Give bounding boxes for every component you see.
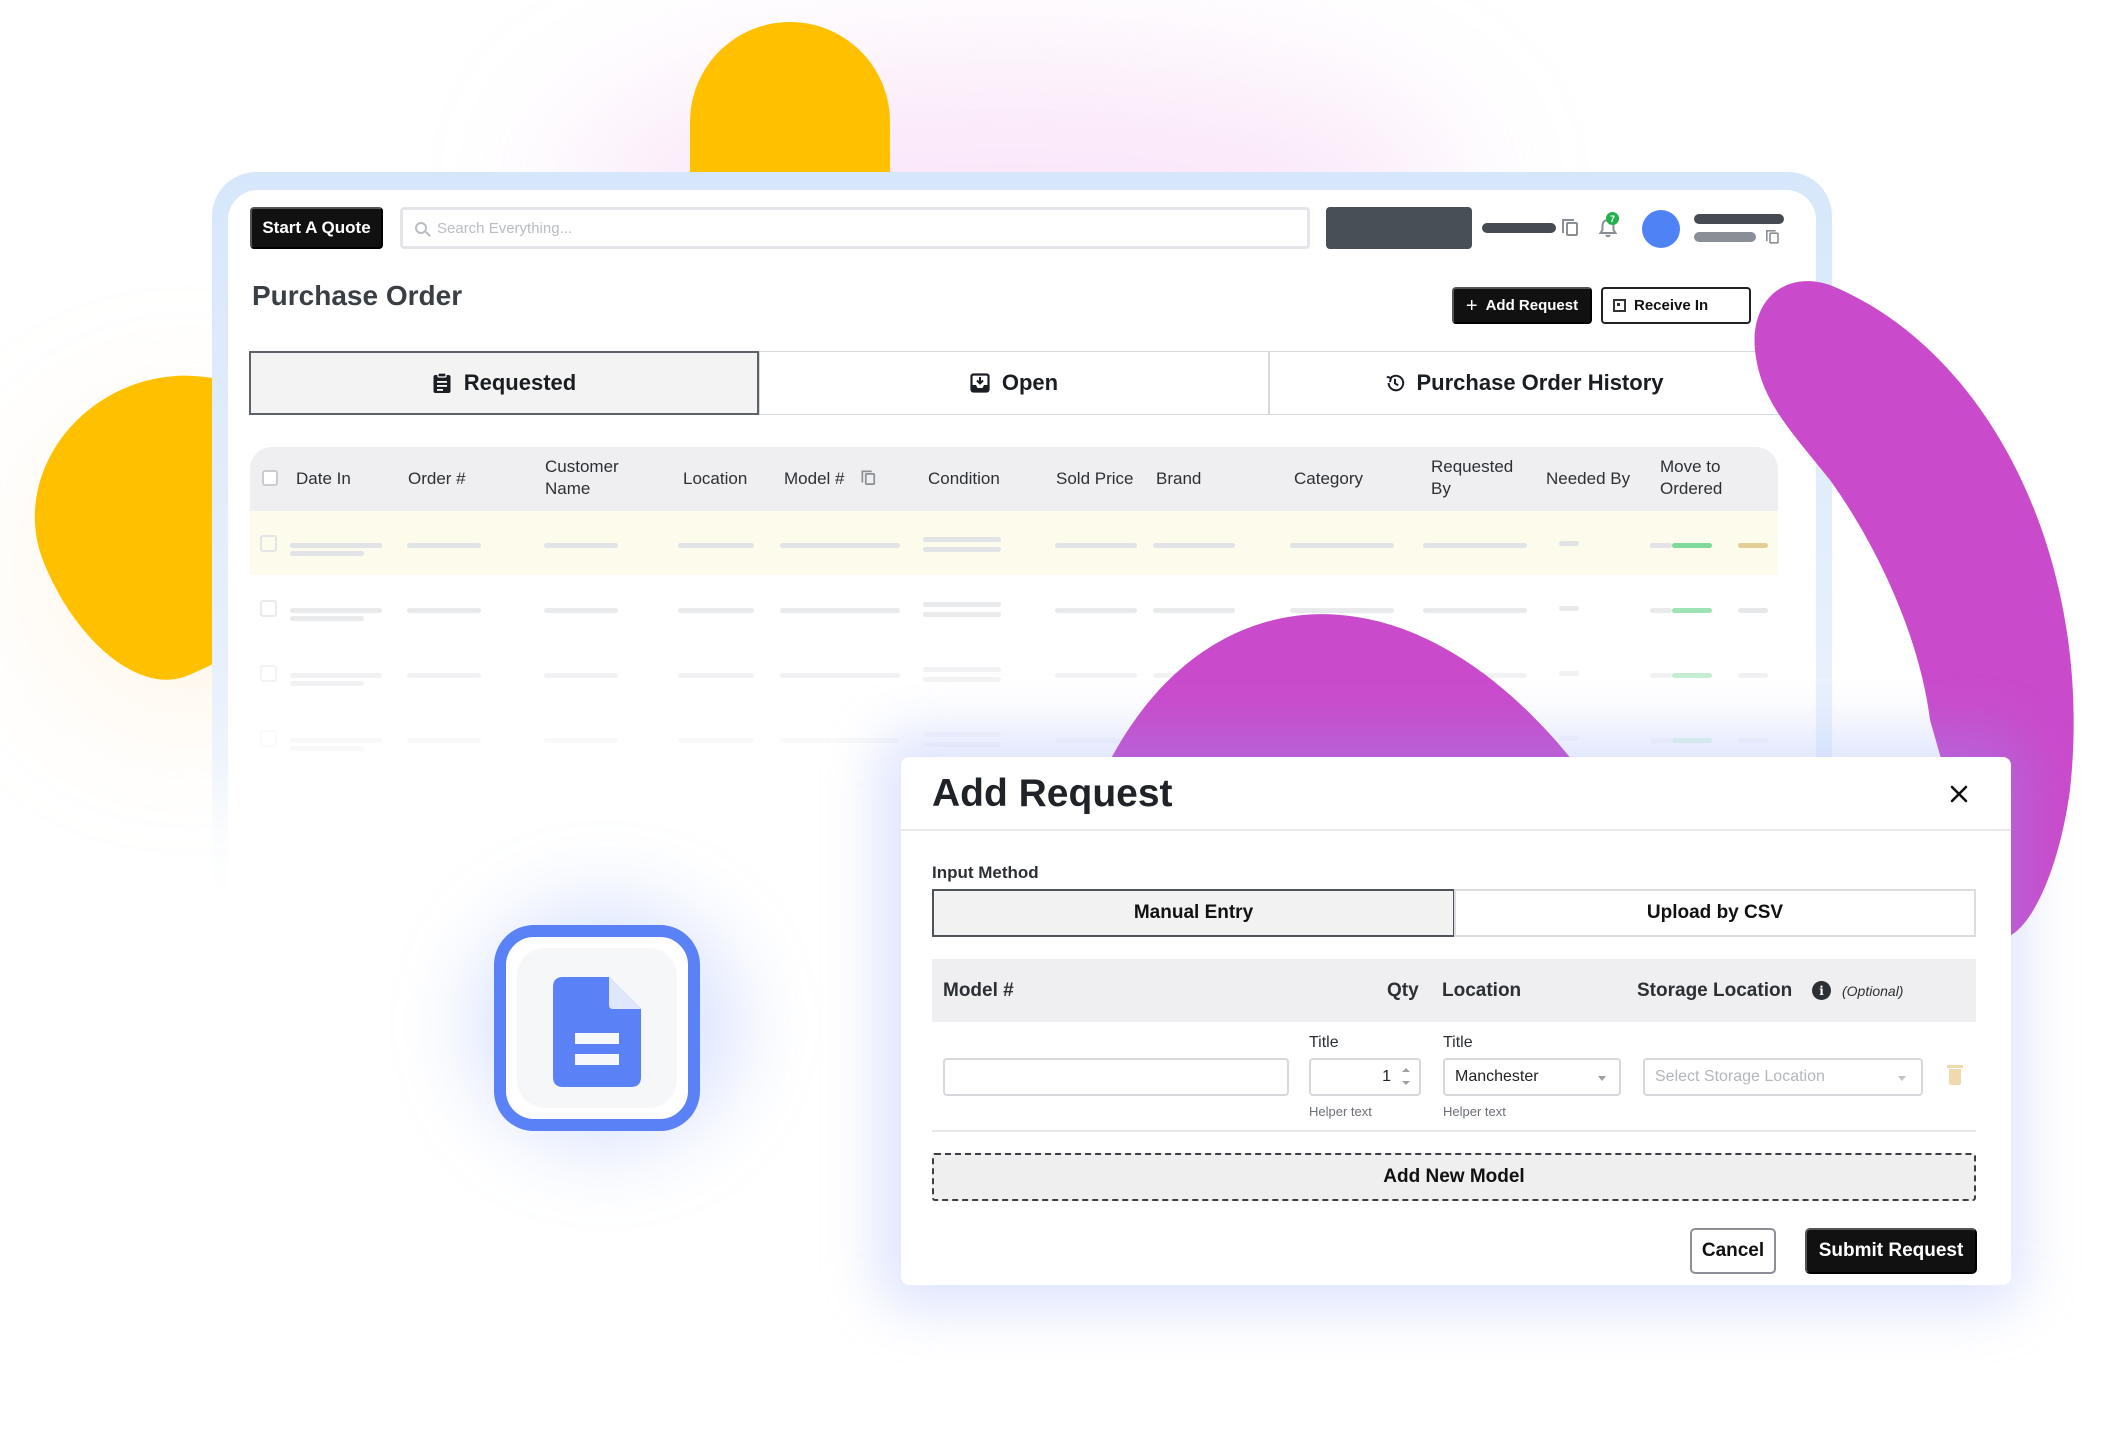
submit-request-button[interactable]: Submit Request: [1805, 1228, 1977, 1274]
location-value: Manchester: [1455, 1068, 1539, 1085]
location-select[interactable]: Manchester: [1443, 1058, 1621, 1096]
manual-entry-option[interactable]: Manual Entry: [932, 889, 1455, 937]
modal-title: Add Request: [932, 772, 1173, 815]
modal-divider: [901, 829, 2011, 831]
trash-icon[interactable]: [1947, 1065, 1963, 1085]
qty-decrement-icon[interactable]: [1402, 1081, 1410, 1085]
info-icon[interactable]: i: [1812, 981, 1831, 1000]
storage-location-select[interactable]: Select Storage Location: [1643, 1058, 1923, 1096]
location-field-label: Title: [1443, 1034, 1473, 1051]
storage-location-placeholder: Select Storage Location: [1655, 1068, 1825, 1085]
qty-value: 1: [1382, 1068, 1391, 1085]
location-helper-text: Helper text: [1443, 1104, 1506, 1119]
qty-increment-icon[interactable]: [1402, 1068, 1410, 1072]
optional-label: (Optional): [1842, 983, 1904, 999]
qty-stepper[interactable]: 1: [1309, 1058, 1421, 1096]
close-icon[interactable]: [1946, 781, 1972, 807]
input-method-label: Input Method: [932, 863, 1039, 882]
column-qty: Qty: [1387, 980, 1419, 1001]
cancel-button[interactable]: Cancel: [1690, 1228, 1776, 1274]
document-icon: [553, 977, 641, 1087]
model-number-input[interactable]: [943, 1058, 1289, 1096]
column-storage-location: Storage Location: [1637, 980, 1793, 1001]
qty-helper-text: Helper text: [1309, 1104, 1372, 1119]
qty-field-label: Title: [1309, 1034, 1339, 1051]
column-location-header: Location: [1442, 980, 1522, 1001]
chevron-down-icon[interactable]: [1598, 1076, 1606, 1081]
column-model: Model #: [943, 980, 1014, 1001]
upload-csv-option[interactable]: Upload by CSV: [1454, 889, 1976, 937]
add-new-model-button[interactable]: Add New Model: [932, 1153, 1976, 1201]
storage-chevron-down-icon[interactable]: [1898, 1076, 1906, 1081]
row-divider: [932, 1130, 1976, 1132]
